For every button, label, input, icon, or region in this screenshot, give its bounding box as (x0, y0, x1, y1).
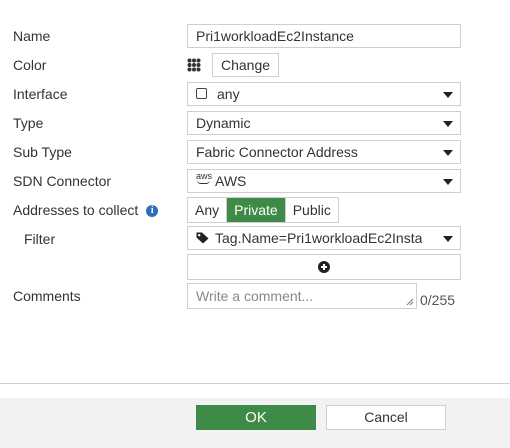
dialog-footer: OK Cancel (0, 398, 510, 448)
name-input[interactable]: Pri1workloadEc2Instance (187, 24, 461, 48)
plus-icon (318, 261, 330, 273)
sdn-connector-label: SDN Connector (13, 173, 112, 189)
name-row: Name Pri1workloadEc2Instance (0, 23, 510, 49)
caret-down-icon (443, 179, 453, 185)
addresses-toggle: Any Private Public (187, 197, 339, 223)
comments-label: Comments (13, 288, 81, 304)
name-label: Name (13, 28, 51, 44)
type-row: Type Dynamic (0, 110, 510, 136)
caret-down-icon (443, 121, 453, 127)
addresses-to-collect-label: Addresses to collect i (13, 197, 159, 223)
color-palette-icon (187, 58, 201, 72)
type-value: Dynamic (196, 115, 251, 131)
filter-value: Tag.Name=Pri1workloadEc2Insta (215, 230, 423, 246)
tag-icon (196, 232, 209, 244)
color-row: Color Change (0, 52, 510, 78)
sdn-connector-select[interactable]: aws AWS (187, 169, 461, 193)
change-color-button[interactable]: Change (212, 53, 279, 77)
filter-select[interactable]: Tag.Name=Pri1workloadEc2Insta (187, 226, 461, 250)
interface-select[interactable]: any (187, 82, 461, 106)
sdn-connector-row: SDN Connector aws AWS (0, 168, 510, 194)
sdn-connector-value: AWS (215, 173, 247, 189)
sub-type-select[interactable]: Fabric Connector Address (187, 140, 461, 164)
option-any[interactable]: Any (188, 198, 228, 222)
type-select[interactable]: Dynamic (187, 111, 461, 135)
aws-icon: aws (196, 171, 213, 184)
info-icon[interactable]: i (146, 205, 159, 218)
caret-down-icon (443, 150, 453, 156)
address-form: Name Pri1workloadEc2Instance Color Chang… (0, 0, 510, 384)
filter-row: Filter Tag.Name=Pri1workloadEc2Insta (0, 226, 510, 252)
comments-textarea[interactable]: Write a comment... (187, 283, 417, 309)
option-public[interactable]: Public (285, 198, 338, 222)
ok-button[interactable]: OK (196, 405, 316, 430)
option-private[interactable]: Private (227, 198, 286, 222)
filter-label: Filter (24, 231, 56, 247)
caret-down-icon (443, 236, 453, 242)
addresses-to-collect-row: Addresses to collect i Any Private Public (0, 197, 510, 223)
resize-handle-icon[interactable] (406, 298, 414, 306)
add-filter-button[interactable] (187, 254, 461, 280)
type-label: Type (13, 115, 44, 131)
sub-type-row: Sub Type Fabric Connector Address (0, 139, 510, 165)
interface-row: Interface any (0, 81, 510, 107)
cancel-button[interactable]: Cancel (326, 405, 446, 430)
sub-type-value: Fabric Connector Address (196, 144, 358, 160)
color-label: Color (13, 57, 47, 73)
checkbox-icon (196, 88, 207, 100)
divider (0, 383, 510, 384)
interface-value: any (217, 86, 240, 102)
sub-type-label: Sub Type (13, 144, 72, 160)
interface-label: Interface (13, 86, 68, 102)
caret-down-icon (443, 92, 453, 98)
comment-char-counter: 0/255 (420, 292, 456, 308)
